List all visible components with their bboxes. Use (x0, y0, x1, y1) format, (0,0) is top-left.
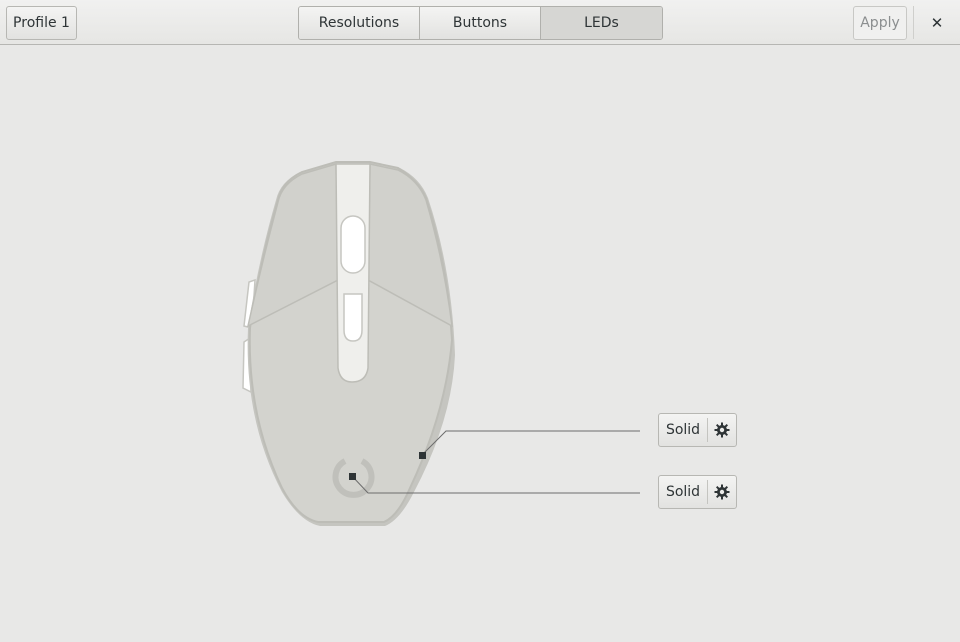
gear-icon[interactable] (708, 422, 736, 438)
led-marker-side[interactable] (419, 452, 426, 459)
mouse-illustration (242, 161, 640, 526)
led-1-mode-label: Solid (665, 422, 701, 438)
dpi-button (343, 293, 363, 342)
led-2-mode-button[interactable]: Solid (658, 475, 737, 509)
led-1-mode-button[interactable]: Solid (658, 413, 737, 447)
led-leader-line-1 (421, 430, 640, 456)
gear-icon[interactable] (708, 484, 736, 500)
led-marker-logo[interactable] (349, 473, 356, 480)
scroll-wheel (340, 215, 366, 274)
led-2-mode-label: Solid (665, 484, 701, 500)
